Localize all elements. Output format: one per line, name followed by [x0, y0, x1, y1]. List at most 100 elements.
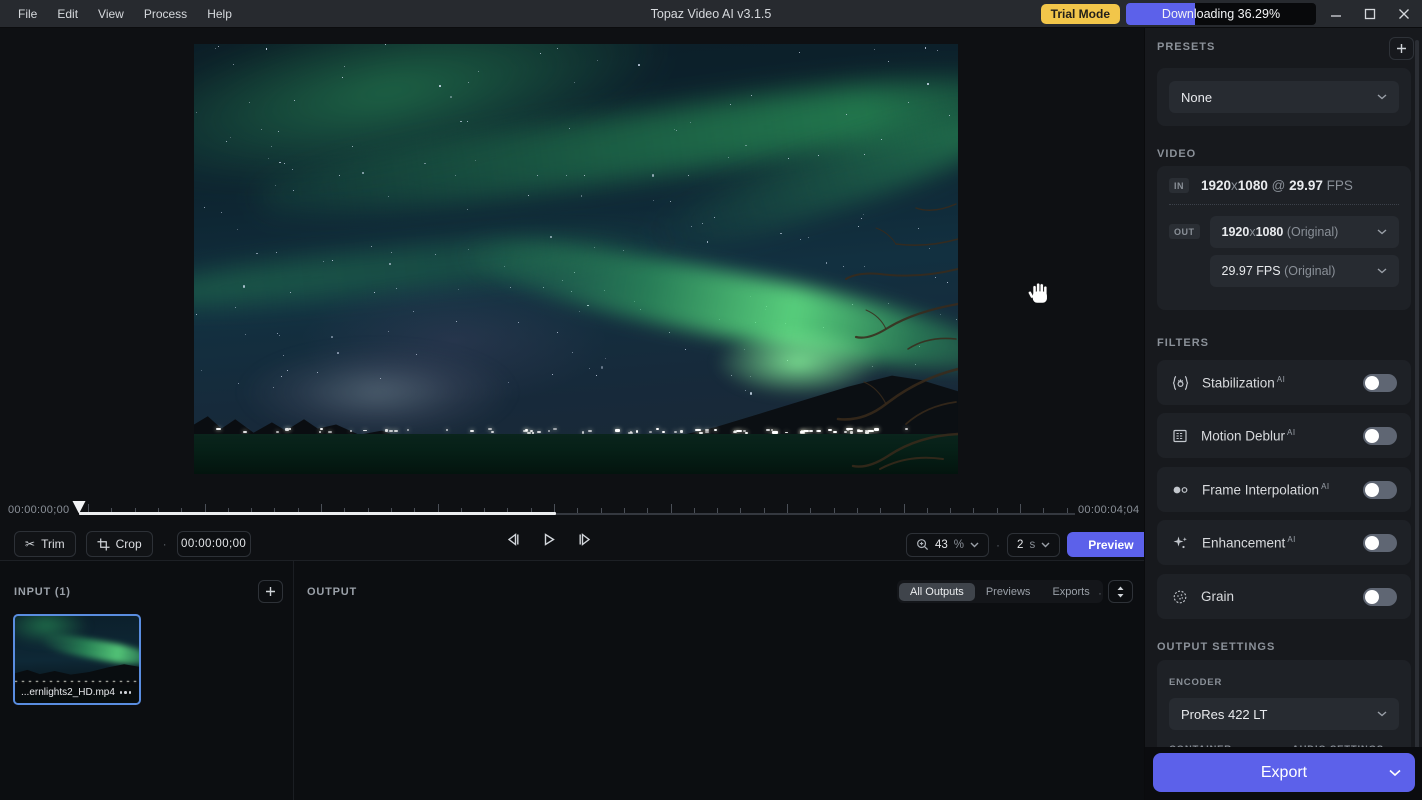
filter-frame-interpolation: Frame InterpolationAI	[1157, 467, 1411, 512]
filter-stabilization: StabilizationAI	[1157, 360, 1411, 405]
settings-sidebar: PRESETS None VIDEO IN 1920x1080 @ 29.97 …	[1144, 28, 1422, 800]
media-panels: INPUT (1) ...ernlights2_HD.mp4 OUTPUT Al…	[0, 560, 1144, 800]
output-resolution-value: 1920x1080 (Original)	[1222, 225, 1339, 239]
input-video-specs: 1920x1080 @ 29.97 FPS	[1201, 178, 1353, 193]
filter-label: Motion DeblurAI	[1201, 428, 1296, 444]
menu-process[interactable]: Process	[134, 0, 197, 28]
stabilization-toggle[interactable]	[1363, 374, 1397, 392]
trim-label: Trim	[41, 537, 65, 551]
export-button[interactable]: Export	[1153, 753, 1415, 792]
more-options-icon[interactable]	[118, 689, 134, 696]
filter-grain: Grain	[1157, 574, 1411, 619]
menu-view[interactable]: View	[88, 0, 134, 28]
zoom-level-dropdown[interactable]: 43 %	[906, 533, 989, 557]
play-icon	[542, 532, 556, 547]
preset-value: None	[1181, 90, 1212, 105]
input-clip-thumbnail[interactable]: ...ernlights2_HD.mp4	[13, 614, 141, 705]
trial-mode-badge[interactable]: Trial Mode	[1041, 4, 1120, 24]
preview-length-unit: s	[1029, 539, 1035, 551]
filter-enhancement: EnhancementAI	[1157, 520, 1411, 565]
add-preset-button[interactable]	[1389, 37, 1414, 60]
video-preview[interactable]	[194, 44, 958, 474]
output-resolution-dropdown[interactable]: 1920x1080 (Original)	[1210, 216, 1400, 248]
output-tabs: All Outputs Previews Exports	[897, 580, 1103, 603]
filter-label: Grain	[1201, 589, 1234, 604]
separator-dot: ·	[163, 537, 167, 551]
output-settings-header: OUTPUT SETTINGS	[1157, 641, 1275, 653]
download-progress[interactable]: Downloading 36.29%	[1126, 3, 1316, 25]
playhead[interactable]	[71, 500, 87, 514]
ai-tag: AI	[1287, 428, 1296, 437]
output-framerate-value: 29.97 FPS (Original)	[1222, 264, 1336, 278]
filter-label: EnhancementAI	[1202, 535, 1296, 551]
menu-bar: File Edit View Process Help	[0, 0, 242, 28]
timeline-start-time: 00:00:00;00	[8, 504, 69, 516]
presets-header: PRESETS	[1157, 41, 1215, 53]
encoder-dropdown[interactable]: ProRes 422 LT	[1169, 698, 1399, 730]
crop-icon	[97, 538, 110, 551]
toolbar: ✂ Trim Crop · 00:00:00;00 43 % · 2 s	[0, 528, 1144, 560]
chevron-down-icon	[1377, 94, 1387, 100]
chevron-down-icon	[1377, 711, 1387, 717]
input-panel-header: INPUT (1)	[14, 586, 71, 598]
filters-header: FILTERS	[1157, 337, 1209, 349]
motion-deblur-toggle[interactable]	[1363, 427, 1397, 445]
video-card: IN 1920x1080 @ 29.97 FPS OUT 1920x1080 (…	[1157, 166, 1411, 310]
play-button[interactable]	[542, 532, 556, 547]
timeline[interactable]: 00:00:00;00 00:00:04;04	[0, 498, 1144, 528]
preview-length-dropdown[interactable]: 2 s	[1007, 533, 1060, 557]
zoom-value: 43	[935, 539, 948, 551]
sidebar-scrollbar[interactable]	[1415, 40, 1419, 750]
step-forward-icon	[577, 532, 593, 547]
menu-help[interactable]: Help	[197, 0, 242, 28]
ai-tag: AI	[1321, 482, 1330, 491]
previous-frame-button[interactable]	[505, 532, 521, 547]
chevron-down-icon	[970, 542, 979, 548]
ai-tag: AI	[1277, 375, 1286, 384]
close-button[interactable]	[1390, 2, 1418, 26]
minimize-icon	[1330, 8, 1342, 20]
minimize-button[interactable]	[1322, 2, 1350, 26]
grain-icon	[1171, 588, 1189, 606]
menu-file[interactable]: File	[8, 0, 47, 28]
timeline-progress	[79, 512, 556, 515]
video-header: VIDEO	[1157, 148, 1196, 160]
separator-dot: ·	[1098, 586, 1102, 600]
presets-card: None	[1157, 68, 1411, 126]
motion-deblur-icon	[1171, 427, 1189, 445]
tree-branches	[768, 144, 958, 474]
tab-all-outputs[interactable]: All Outputs	[899, 583, 975, 601]
menu-edit[interactable]: Edit	[47, 0, 88, 28]
frame-interpolation-toggle[interactable]	[1363, 481, 1397, 499]
panel-divider	[293, 561, 294, 800]
timeline-end-time: 00:00:04;04	[1078, 504, 1139, 516]
trim-button[interactable]: ✂ Trim	[14, 531, 76, 557]
sort-outputs-button[interactable]	[1108, 580, 1133, 603]
export-label: Export	[1261, 764, 1307, 782]
chevron-down-icon	[1389, 769, 1401, 777]
preview-workspace	[0, 28, 1144, 498]
step-back-icon	[505, 532, 521, 547]
divider	[1169, 204, 1399, 205]
maximize-button[interactable]	[1356, 2, 1384, 26]
output-framerate-dropdown[interactable]: 29.97 FPS (Original)	[1210, 255, 1400, 287]
enhancement-icon	[1171, 534, 1190, 552]
thumbnail-aurora-beam	[39, 631, 141, 669]
encoder-label: ENCODER	[1169, 677, 1222, 688]
output-panel-header: OUTPUT	[307, 586, 357, 598]
crop-button[interactable]: Crop	[86, 531, 153, 557]
preset-dropdown[interactable]: None	[1169, 81, 1399, 113]
maximize-icon	[1364, 8, 1376, 20]
chevron-down-icon	[1041, 542, 1050, 548]
export-bar: Export	[1145, 747, 1422, 800]
next-frame-button[interactable]	[577, 532, 593, 547]
tab-exports[interactable]: Exports	[1041, 583, 1100, 601]
timecode-input[interactable]: 00:00:00;00	[177, 531, 251, 557]
separator-dot: ·	[996, 538, 1000, 552]
tab-previews[interactable]: Previews	[975, 583, 1042, 601]
enhancement-toggle[interactable]	[1363, 534, 1397, 552]
preview-button[interactable]: Preview	[1067, 532, 1154, 557]
sort-arrows-icon	[1116, 586, 1125, 598]
grain-toggle[interactable]	[1363, 588, 1397, 606]
add-input-button[interactable]	[258, 580, 283, 603]
